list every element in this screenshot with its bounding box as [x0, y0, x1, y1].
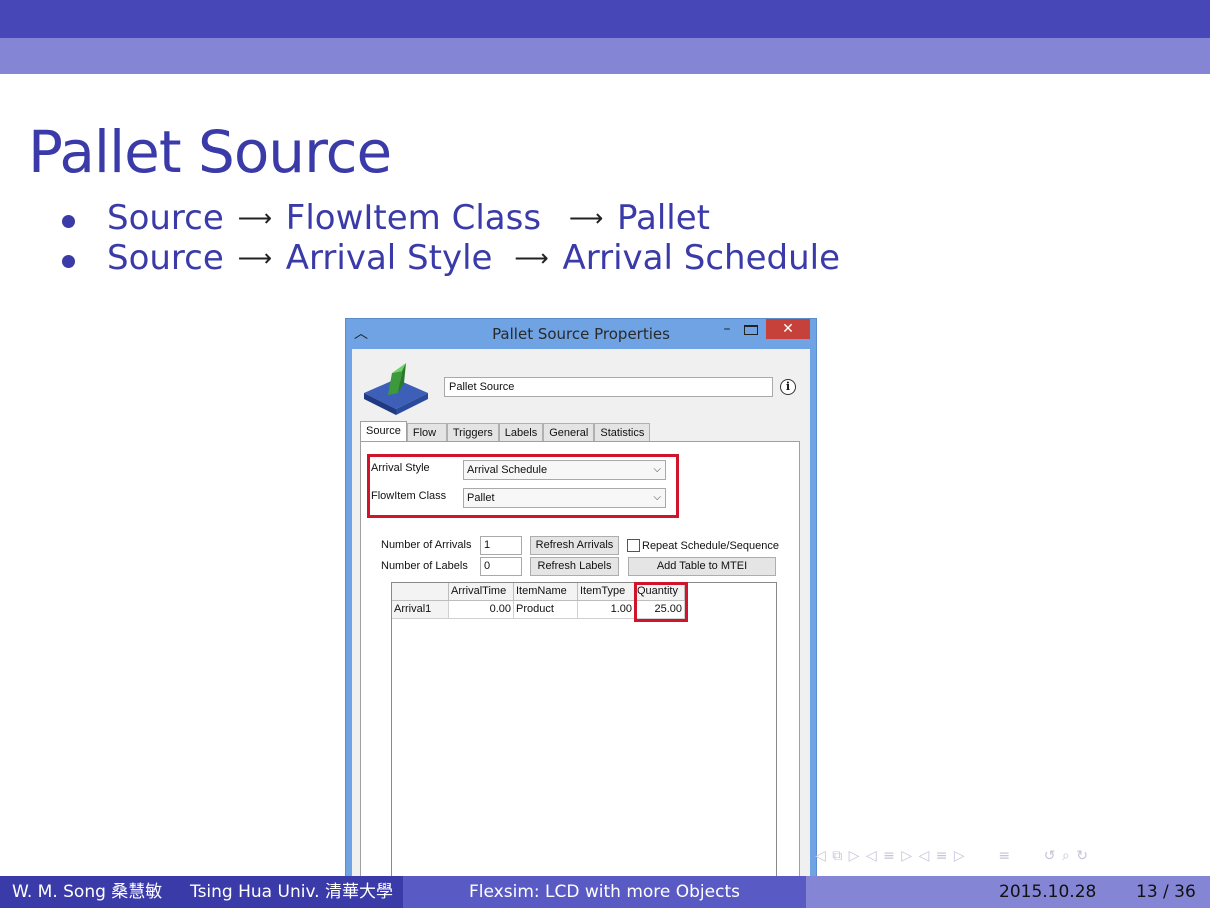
footer-date: 2015.10.28 [999, 882, 1097, 902]
table-cell[interactable]: Product [514, 601, 578, 619]
source-tab-panel: Arrival Style Arrival Schedule ⌵ FlowIte… [360, 441, 800, 880]
bullet-item: Source ⟶ Arrival Style ⟶ Arrival Schedul… [58, 238, 840, 278]
bullet-item: Source ⟶ FlowItem Class ⟶ Pallet [58, 198, 840, 238]
num-arrivals-input[interactable]: 1 [480, 536, 522, 555]
long-arrow-icon: ⟶ [237, 204, 272, 232]
chevron-down-icon: ⌵ [653, 492, 661, 503]
beamer-navigation-icons[interactable]: ◁ ⧉ ▷ ◁ ≡ ▷ ◁ ≡ ▷ ≡ ↺ ⌕ ↻ [815, 848, 1155, 868]
add-table-mtei-button[interactable]: Add Table to MTEI [628, 557, 776, 576]
bullet-part: Source [107, 198, 224, 238]
flowitem-class-value: Pallet [467, 492, 495, 504]
table-cell[interactable]: 1.00 [578, 601, 635, 619]
repeat-schedule-label: Repeat Schedule/Sequence [642, 540, 779, 552]
table-header-corner [392, 583, 449, 601]
arrival-style-label: Arrival Style [371, 462, 430, 474]
tab-general[interactable]: General [543, 423, 595, 442]
footer-page-number: 13 / 36 [1136, 882, 1196, 902]
bullet-part: Arrival Style [285, 238, 493, 278]
row-header[interactable]: Arrival1 [392, 601, 449, 619]
arrival-style-value: Arrival Schedule [467, 464, 548, 476]
bullet-dot [62, 254, 75, 268]
tab-flow[interactable]: Flow [406, 423, 447, 442]
footer-left: W. M. Song 桑慧敏 Tsing Hua Univ. 清華大學 [0, 876, 403, 908]
info-icon[interactable]: i [780, 379, 796, 395]
num-labels-input[interactable]: 0 [480, 557, 522, 576]
arrival-style-select[interactable]: Arrival Schedule ⌵ [463, 460, 666, 480]
column-header-itemname[interactable]: ItemName [514, 583, 578, 601]
bullet-dot [62, 214, 75, 228]
source-object-icon [364, 363, 428, 415]
refresh-arrivals-button[interactable]: Refresh Arrivals [530, 536, 619, 555]
tab-statistics[interactable]: Statistics [594, 423, 651, 442]
flowitem-class-label: FlowItem Class [371, 490, 447, 502]
column-header-itemtype[interactable]: ItemType [578, 583, 635, 601]
flowitem-class-select[interactable]: Pallet ⌵ [463, 488, 666, 508]
footer-course: Flexsim: LCD with more Objects [403, 876, 806, 908]
chevron-down-icon: ⌵ [653, 464, 661, 475]
close-icon[interactable]: ✕ [766, 319, 810, 339]
num-arrivals-label: Number of Arrivals [381, 539, 472, 551]
tab-labels[interactable]: Labels [498, 423, 544, 442]
slide-title: Pallet Source [28, 118, 392, 186]
column-header-arrivaltime[interactable]: ArrivalTime [449, 583, 514, 601]
minimize-icon[interactable]: – [718, 321, 736, 341]
bullet-list: Source ⟶ FlowItem Class ⟶ Pallet Source … [58, 198, 840, 278]
slide-footer: W. M. Song 桑慧敏 Tsing Hua Univ. 清華大學 Flex… [0, 876, 1210, 908]
maximize-icon[interactable] [744, 325, 758, 335]
long-arrow-icon: ⟶ [514, 244, 549, 272]
bullet-part: FlowItem Class [285, 198, 542, 238]
bullet-part: Pallet [617, 198, 710, 238]
highlight-box-quantity [634, 582, 688, 622]
footer-institution: Tsing Hua Univ. 清華大學 [190, 882, 393, 902]
long-arrow-icon: ⟶ [568, 204, 604, 232]
repeat-schedule-checkbox[interactable] [627, 539, 640, 552]
property-tabs: Source Flow Triggers Labels General Stat… [360, 421, 651, 442]
refresh-labels-button[interactable]: Refresh Labels [530, 557, 619, 576]
arrival-schedule-table[interactable]: ArrivalTime ItemName ItemType Quantity A… [391, 582, 777, 880]
tab-source[interactable]: Source [360, 421, 407, 442]
footer-author: W. M. Song 桑慧敏 [12, 882, 163, 902]
footer-right: 2015.10.28 13 / 36 [806, 876, 1210, 908]
object-name-input[interactable]: Pallet Source [444, 377, 773, 397]
window-titlebar[interactable]: ︿ Pallet Source Properties – ✕ [346, 319, 816, 349]
window-client: Pallet Source i Source Flow Triggers Lab… [352, 349, 810, 880]
bullet-part: Source [107, 238, 224, 278]
long-arrow-icon: ⟶ [237, 244, 272, 272]
header-band-light [0, 38, 1210, 74]
bullet-part: Arrival Schedule [562, 238, 840, 278]
table-cell[interactable]: 0.00 [449, 601, 514, 619]
tab-triggers[interactable]: Triggers [446, 423, 499, 442]
num-labels-label: Number of Labels [381, 560, 468, 572]
properties-window: ︿ Pallet Source Properties – ✕ Pallet So… [345, 318, 817, 880]
header-band-dark [0, 0, 1210, 38]
